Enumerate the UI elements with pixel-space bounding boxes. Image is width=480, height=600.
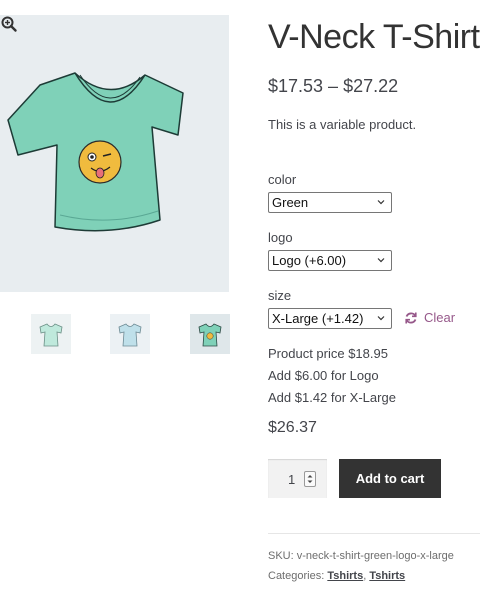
category-link-tshirts[interactable]: Tshirts bbox=[369, 570, 405, 582]
chevron-down-icon bbox=[377, 200, 385, 205]
clear-label: Clear bbox=[424, 310, 456, 325]
thumbnail-3[interactable] bbox=[190, 314, 230, 354]
size-addon-line: Add $1.42 for X-Large bbox=[268, 390, 396, 405]
divider bbox=[268, 533, 480, 534]
refresh-icon bbox=[405, 312, 417, 323]
product-title: V-Neck T-Shirt bbox=[268, 18, 480, 56]
quantity-stepper[interactable] bbox=[304, 471, 316, 487]
tshirt-illustration bbox=[7, 72, 184, 232]
sku-line: SKU: v-neck-t-shirt-green-logo-x-large bbox=[268, 550, 454, 562]
logo-select[interactable]: Logo (+6.00) bbox=[268, 250, 392, 271]
logo-addon-line: Add $6.00 for Logo bbox=[268, 368, 379, 383]
total-price: $26.37 bbox=[268, 419, 317, 436]
tshirt-thumb-blue bbox=[118, 323, 142, 347]
product-description: This is a variable product. bbox=[268, 117, 417, 132]
tshirt-thumb-light bbox=[39, 323, 63, 347]
chevron-down-icon bbox=[377, 258, 385, 263]
variation-label-size: size bbox=[268, 288, 292, 303]
chevron-down-icon bbox=[377, 316, 385, 321]
category-separator: , bbox=[363, 570, 367, 582]
size-select[interactable]: X-Large (+1.42) bbox=[268, 308, 392, 329]
tshirt-thumb-green-logo bbox=[198, 323, 222, 347]
color-select-value: Green bbox=[272, 195, 309, 210]
thumbnail-2[interactable] bbox=[110, 314, 150, 354]
categories-label: Categories: bbox=[268, 570, 325, 582]
logo-select-value: Logo (+6.00) bbox=[272, 253, 347, 268]
thumbnail-1[interactable] bbox=[31, 314, 71, 354]
categories-line: Categories: Tshirts, Tshirts bbox=[268, 570, 405, 582]
clear-selection-link[interactable]: Clear bbox=[404, 310, 455, 325]
variation-label-logo: logo bbox=[268, 230, 293, 245]
stepper-arrows-icon bbox=[307, 475, 313, 483]
sku-label: SKU: bbox=[268, 550, 294, 562]
add-to-cart-button[interactable]: Add to cart bbox=[339, 459, 441, 498]
sku-value: v-neck-t-shirt-green-logo-x-large bbox=[296, 550, 454, 562]
quantity-input[interactable]: 1 bbox=[268, 459, 327, 498]
product-price-line: Product price $18.95 bbox=[268, 346, 388, 361]
price-range: $17.53 – $27.22 bbox=[268, 76, 399, 96]
color-select[interactable]: Green bbox=[268, 192, 392, 213]
size-select-value: X-Large (+1.42) bbox=[272, 311, 364, 326]
category-link-tshirts[interactable]: Tshirts bbox=[327, 570, 363, 582]
quantity-value: 1 bbox=[288, 472, 296, 487]
product-main-image[interactable] bbox=[0, 15, 229, 292]
variation-label-color: color bbox=[268, 172, 297, 187]
magnifier-plus-icon[interactable] bbox=[0, 15, 18, 33]
